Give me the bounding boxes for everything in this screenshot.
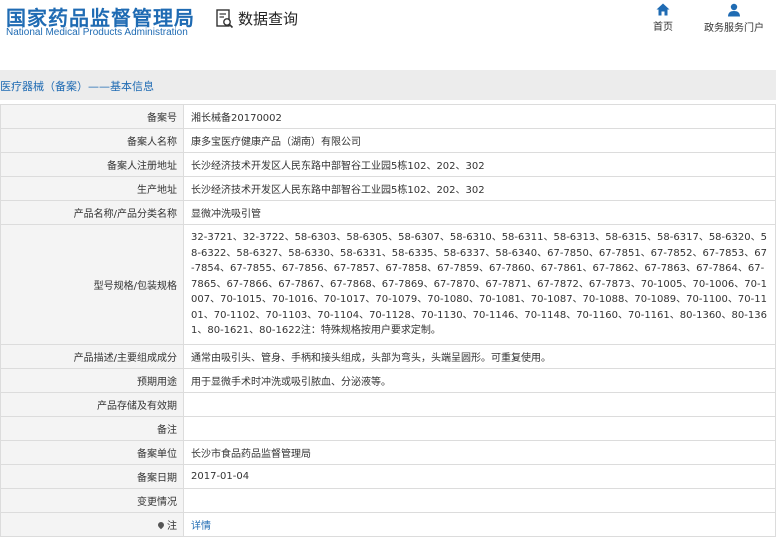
data-query-label: 数据查询 [238,10,299,28]
nav-service-portal-link[interactable]: 政务服务门户 [702,3,766,34]
field-value: 32-3721、32-3722、58-6303、58-6305、58-6307、… [183,224,776,345]
field-value [183,416,776,441]
field-label: 产品描述/主要组成成分 [0,344,184,369]
home-icon [656,3,670,16]
table-row: 注 详情 [0,512,776,537]
table-row: 备注 [0,416,776,441]
field-label-note: 注 [0,512,184,537]
field-label: 产品名称/产品分类名称 [0,200,184,225]
table-row: 备案人名称 康多宝医疗健康产品（湖南）有限公司 [0,128,776,153]
field-label: 备案人名称 [0,128,184,153]
table-row: 产品存储及有效期 [0,392,776,417]
field-label: 备注 [0,416,184,441]
table-row: 备案人注册地址 长沙经济技术开发区人民东路中部智谷工业园5栋102、202、30… [0,152,776,177]
nav-service-label: 政务服务门户 [704,23,764,34]
site-header: 国家药品监督管理局 National Medical Products Admi… [0,0,776,66]
org-logo-en: National Medical Products Administration [6,27,188,38]
table-row: 生产地址 长沙经济技术开发区人民东路中部智谷工业园5栋102、202、302 [0,176,776,201]
field-value: 湘长械备20170002 [183,104,776,129]
field-value: 2017-01-04 [183,464,776,489]
user-icon [728,3,740,17]
note-label: 注 [167,521,177,532]
field-label: 产品存储及有效期 [0,392,184,417]
field-label: 预期用途 [0,368,184,393]
table-row: 备案日期 2017-01-04 [0,464,776,489]
field-value [183,392,776,417]
field-value: 长沙经济技术开发区人民东路中部智谷工业园5栋102、202、302 [183,152,776,177]
field-label: 型号规格/包装规格 [0,224,184,345]
data-query-title: 数据查询 [216,8,298,29]
table-row: 备案单位 长沙市食品药品监督管理局 [0,440,776,465]
search-document-icon [216,8,234,29]
table-row: 备案号 湘长械备20170002 [0,104,776,129]
table-row: 型号规格/包装规格 32-3721、32-3722、58-6303、58-630… [0,224,776,345]
field-value: 康多宝医疗健康产品（湖南）有限公司 [183,128,776,153]
field-value: 用于显微手术时冲洗或吸引脓血、分泌液等。 [183,368,776,393]
page-title: 医疗器械（备案）——基本信息 [0,80,154,93]
field-value: 通常由吸引头、管身、手柄和接头组成，头部为弯头，头端呈圆形。可重复使用。 [183,344,776,369]
field-label: 备案号 [0,104,184,129]
field-value: 详情 [183,512,776,537]
details-link[interactable]: 详情 [191,521,211,532]
field-value: 显微冲洗吸引管 [183,200,776,225]
field-label: 备案日期 [0,464,184,489]
map-pin-icon [156,520,166,530]
field-value: 长沙经济技术开发区人民东路中部智谷工业园5栋102、202、302 [183,176,776,201]
table-row: 产品描述/主要组成成分 通常由吸引头、管身、手柄和接头组成，头部为弯头，头端呈圆… [0,344,776,369]
nav-home-label: 首页 [653,22,673,33]
record-detail-table: 备案号 湘长械备20170002 备案人名称 康多宝医疗健康产品（湖南）有限公司… [0,104,776,537]
table-row: 产品名称/产品分类名称 显微冲洗吸引管 [0,200,776,225]
field-value [183,488,776,513]
field-label: 生产地址 [0,176,184,201]
field-label: 备案单位 [0,440,184,465]
nav-home-link[interactable]: 首页 [650,3,676,33]
field-label: 备案人注册地址 [0,152,184,177]
field-label: 变更情况 [0,488,184,513]
table-row: 变更情况 [0,488,776,513]
section-title-bar: 医疗器械（备案）——基本信息 [0,70,776,100]
field-value: 长沙市食品药品监督管理局 [183,440,776,465]
table-row: 预期用途 用于显微手术时冲洗或吸引脓血、分泌液等。 [0,368,776,393]
